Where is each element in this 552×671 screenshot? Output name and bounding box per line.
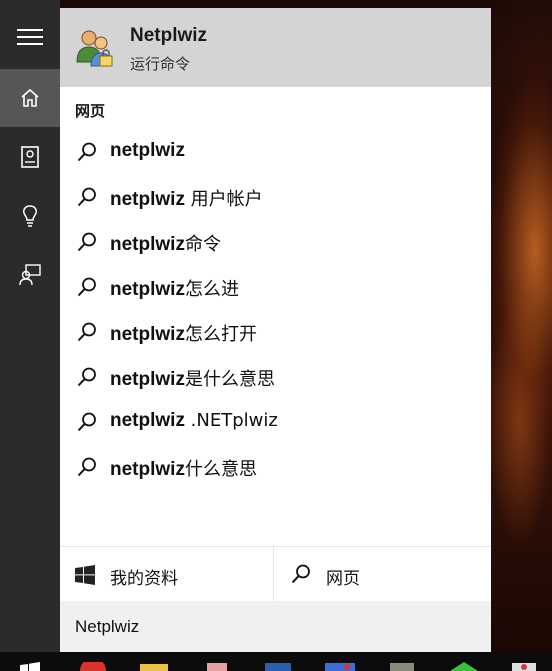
search-box[interactable] bbox=[60, 601, 491, 652]
app-icon[interactable] bbox=[510, 662, 538, 671]
hamburger-menu-icon bbox=[17, 29, 43, 45]
suggestion-rest: 命令 bbox=[184, 234, 221, 255]
suggestion-rest: 是什么意思 bbox=[184, 369, 275, 390]
suggestion-query: netplwiz bbox=[110, 279, 185, 300]
suggestion-rest: 怎么打开 bbox=[184, 324, 257, 345]
search-icon bbox=[291, 564, 310, 584]
app-icon[interactable] bbox=[388, 662, 416, 671]
hamburger-menu-button[interactable] bbox=[0, 8, 60, 66]
suggestion-query: netplwiz bbox=[110, 369, 185, 390]
web-suggestion[interactable]: netplwiz 用户帐户 bbox=[60, 174, 491, 219]
search-icon bbox=[77, 277, 96, 297]
best-match-result[interactable]: Netplwiz 运行命令 bbox=[60, 8, 491, 87]
file-explorer-icon[interactable] bbox=[140, 662, 168, 671]
section-header-web: 网页 bbox=[75, 102, 106, 120]
web-suggestion[interactable]: netplwiz命令 bbox=[60, 219, 491, 264]
search-icon bbox=[77, 187, 96, 207]
web-suggestion[interactable]: netplwiz bbox=[60, 129, 491, 174]
feedback-icon bbox=[19, 264, 41, 286]
lightbulb-icon bbox=[23, 205, 37, 227]
notebook-button[interactable] bbox=[0, 128, 60, 186]
web-suggestion[interactable]: netplwiz .NETplwiz bbox=[60, 399, 491, 444]
suggestion-query: netplwiz bbox=[110, 234, 185, 255]
suggestion-query: netplwiz bbox=[110, 324, 185, 345]
notebook-icon bbox=[21, 146, 39, 168]
search-input[interactable] bbox=[60, 601, 491, 652]
feedback-button[interactable] bbox=[0, 246, 60, 304]
search-icon bbox=[77, 457, 96, 477]
suggestion-rest: 怎么进 bbox=[184, 279, 239, 300]
web-suggestion[interactable]: netplwiz怎么进 bbox=[60, 264, 491, 309]
search-scope-row: 我的资料 网页 bbox=[60, 546, 491, 602]
web-search-button[interactable]: 网页 bbox=[275, 547, 491, 602]
tips-button[interactable] bbox=[0, 187, 60, 245]
search-icon bbox=[77, 322, 96, 342]
web-suggestion[interactable]: netplwiz是什么意思 bbox=[60, 354, 491, 399]
app-icon[interactable] bbox=[325, 662, 355, 671]
suggestion-query: netplwiz bbox=[110, 189, 185, 210]
home-icon bbox=[21, 88, 39, 107]
suggestion-query: netplwiz bbox=[110, 140, 185, 161]
web-suggestions-list: netplwiz netplwiz 用户帐户 netplwiz命令 netplw… bbox=[60, 129, 491, 489]
app-name: Netplwiz bbox=[130, 25, 208, 46]
search-icon bbox=[77, 142, 96, 162]
start-button-icon[interactable] bbox=[20, 662, 40, 671]
app-icon[interactable] bbox=[205, 662, 229, 671]
my-stuff-label: 我的资料 bbox=[110, 569, 178, 589]
home-button[interactable] bbox=[0, 69, 60, 127]
suggestion-rest: .NETplwiz bbox=[184, 410, 278, 431]
web-suggestion[interactable]: netplwiz什么意思 bbox=[60, 444, 491, 489]
word-icon[interactable] bbox=[265, 662, 291, 671]
suggestion-rest: 用户帐户 bbox=[184, 189, 263, 210]
start-rail bbox=[0, 0, 60, 652]
taskbar bbox=[0, 652, 552, 671]
windows-logo-icon bbox=[75, 565, 95, 585]
app-type: 运行命令 bbox=[130, 55, 191, 73]
web-suggestion[interactable]: netplwiz怎么打开 bbox=[60, 309, 491, 354]
search-icon bbox=[77, 232, 96, 252]
suggestion-rest: 什么意思 bbox=[184, 459, 257, 480]
users-icon bbox=[76, 30, 113, 67]
browser-icon[interactable] bbox=[80, 662, 106, 671]
search-results-panel: Netplwiz 运行命令 网页 netplwiz netplwiz 用户帐户 … bbox=[60, 8, 491, 652]
search-icon bbox=[77, 412, 96, 432]
suggestion-query: netplwiz bbox=[110, 410, 185, 431]
suggestion-query: netplwiz bbox=[110, 459, 185, 480]
app-icon[interactable] bbox=[450, 662, 478, 671]
search-icon bbox=[77, 367, 96, 387]
web-label: 网页 bbox=[326, 569, 360, 589]
my-stuff-button[interactable]: 我的资料 bbox=[60, 547, 274, 602]
